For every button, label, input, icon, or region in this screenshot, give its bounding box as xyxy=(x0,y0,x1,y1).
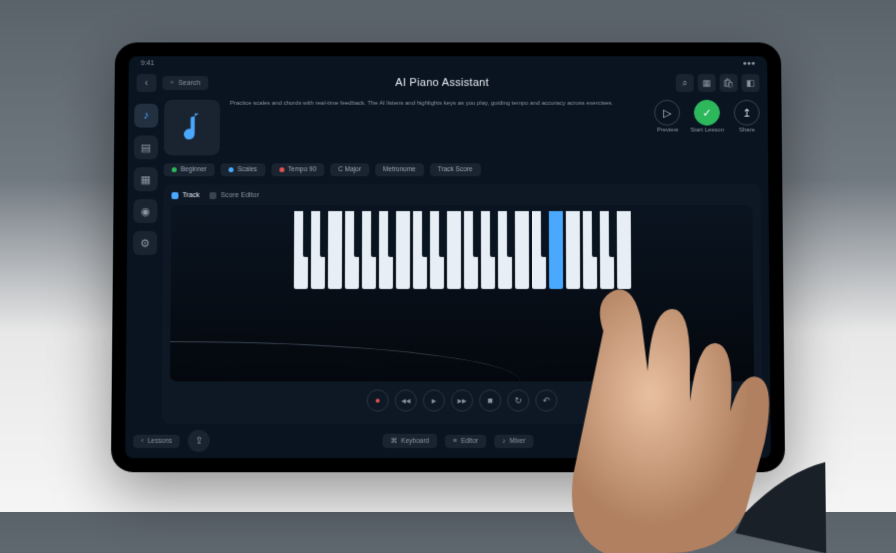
sidebar-item-record[interactable]: ◉ xyxy=(133,199,157,223)
app-body: ♪ ▤ ▦ ◉ ⚙ Practice scales and chords wit… xyxy=(125,96,770,424)
share-label: Share xyxy=(739,128,755,134)
bottom-bar: ‹ Lessons ⇪ ⌘Keyboard ≡Editor ♪Mixer Con… xyxy=(125,424,771,458)
panel-tabs: Track Score Editor xyxy=(171,192,752,205)
connection-status: Connected xyxy=(706,434,763,447)
next-button[interactable]: ▸▸ xyxy=(451,389,473,411)
tab-score-editor[interactable]: Score Editor xyxy=(210,192,259,199)
play-button[interactable]: ▸ xyxy=(423,389,445,411)
black-key[interactable] xyxy=(370,211,378,257)
cart-icon-btn[interactable]: 🛍 xyxy=(720,74,738,92)
sidebar-item-home[interactable]: ♪ xyxy=(134,104,158,128)
top-bar: ‹ ⌕ Search AI Piano Assistant ⌕ ▦ 🛍 ◧ xyxy=(128,70,767,96)
tab-indicator-icon xyxy=(210,192,217,199)
white-key[interactable] xyxy=(395,211,409,289)
sidebar-item-settings[interactable]: ⚙ xyxy=(133,231,157,255)
black-key[interactable] xyxy=(489,211,497,257)
sidebar-item-lessons[interactable]: ▦ xyxy=(134,167,158,191)
status-time: 9:41 xyxy=(141,60,155,67)
bottom-share-icon[interactable]: ⇪ xyxy=(188,430,210,452)
hero-row: Practice scales and chords with real-tim… xyxy=(164,96,760,163)
bottom-back-button[interactable]: ‹ Lessons xyxy=(133,434,180,447)
chip-key[interactable]: C Major xyxy=(330,163,369,176)
start-lesson-button[interactable]: ✓ xyxy=(694,100,720,126)
search-input[interactable]: ⌕ Search xyxy=(162,76,208,90)
start-lesson-label: Start Lesson xyxy=(690,128,724,134)
preview-button[interactable]: ▷ xyxy=(654,100,680,126)
chevron-left-icon: ‹ xyxy=(141,437,143,444)
status-wifi: ●●● xyxy=(743,60,756,67)
white-key[interactable] xyxy=(616,211,630,289)
status-bar: 9:41 ●●● xyxy=(129,56,768,70)
record-button[interactable]: ● xyxy=(367,389,389,411)
lesson-artwork xyxy=(164,100,220,156)
app-screen: 9:41 ●●● ‹ ⌕ Search AI Piano Assistant ⌕… xyxy=(125,56,771,458)
chip-scales[interactable]: Scales xyxy=(221,163,265,176)
music-note-icon xyxy=(178,111,206,145)
tab-track[interactable]: Track xyxy=(171,192,199,199)
black-key[interactable] xyxy=(591,211,599,257)
bottom-item-keyboard[interactable]: ⌘Keyboard xyxy=(382,434,437,448)
main-area: Practice scales and chords with real-tim… xyxy=(162,96,771,424)
back-button[interactable]: ‹ xyxy=(136,74,156,92)
page-title: AI Piano Assistant xyxy=(214,77,670,89)
tablet-frame: 9:41 ●●● ‹ ⌕ Search AI Piano Assistant ⌕… xyxy=(111,42,785,472)
black-key[interactable] xyxy=(506,211,514,257)
sidebar-item-library[interactable]: ▤ xyxy=(134,135,158,159)
piano-panel: Track Score Editor xyxy=(162,184,763,424)
black-key[interactable] xyxy=(319,211,327,257)
sidebar: ♪ ▤ ▦ ◉ ⚙ xyxy=(125,96,164,424)
bottom-item-editor[interactable]: ≡Editor xyxy=(445,434,486,447)
grid-icon-btn[interactable]: ▦ xyxy=(698,74,716,92)
prev-button[interactable]: ◂◂ xyxy=(395,389,417,411)
loop-button[interactable]: ↻ xyxy=(507,389,529,411)
white-key[interactable] xyxy=(327,211,341,289)
tab-indicator-icon xyxy=(171,192,178,199)
black-key[interactable] xyxy=(438,211,446,257)
black-key[interactable] xyxy=(472,211,480,257)
status-dot-icon xyxy=(714,438,719,443)
black-key[interactable] xyxy=(540,211,548,257)
preview-label: Preview xyxy=(657,128,678,134)
top-icon-group: ⌕ ▦ 🛍 ◧ xyxy=(676,74,760,92)
share-button[interactable]: ↥ xyxy=(734,100,760,126)
white-key[interactable] xyxy=(446,211,460,289)
filter-chip-row: Beginner Scales Tempo 90 C Major Metrono… xyxy=(164,163,761,184)
chip-beginner[interactable]: Beginner xyxy=(164,163,215,176)
chip-metronome[interactable]: Metronome xyxy=(375,163,424,176)
black-key[interactable] xyxy=(302,211,310,257)
piano-keys xyxy=(293,211,630,289)
hero-actions: ▷ Preview ✓ Start Lesson ↥ Share xyxy=(654,100,760,156)
black-key[interactable] xyxy=(608,211,616,257)
user-icon-btn[interactable]: ◧ xyxy=(741,74,759,92)
black-key[interactable] xyxy=(353,211,361,257)
search-icon: ⌕ xyxy=(170,79,174,87)
search-placeholder: Search xyxy=(178,80,200,87)
lesson-description: Practice scales and chords with real-tim… xyxy=(230,100,645,156)
chip-trackscore[interactable]: Track Score xyxy=(430,163,481,176)
white-key[interactable] xyxy=(565,211,579,289)
chip-tempo[interactable]: Tempo 90 xyxy=(271,163,324,176)
velocity-curve xyxy=(170,341,520,381)
undo-button[interactable]: ↶ xyxy=(535,389,557,411)
piano-keyboard[interactable] xyxy=(170,205,754,381)
black-key[interactable] xyxy=(421,211,429,257)
bottom-item-mixer[interactable]: ♪Mixer xyxy=(494,434,533,447)
stop-button[interactable]: ■ xyxy=(479,389,501,411)
white-key-pressed[interactable] xyxy=(548,211,562,289)
black-key[interactable] xyxy=(387,211,395,257)
white-key[interactable] xyxy=(514,211,528,289)
search-icon-btn[interactable]: ⌕ xyxy=(676,74,694,92)
transport-bar: ● ◂◂ ▸ ▸▸ ■ ↻ ↶ xyxy=(170,381,755,415)
